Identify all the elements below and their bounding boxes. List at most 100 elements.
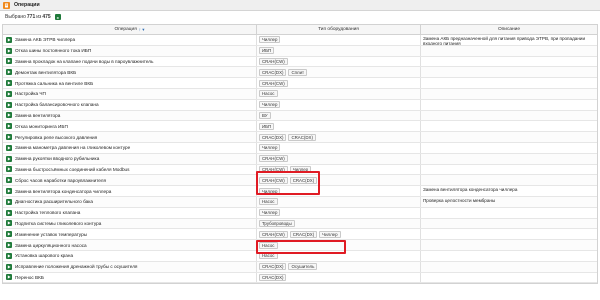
equipment-tag[interactable]: Сплит bbox=[288, 68, 308, 76]
operation-cell[interactable]: Отказ мониторинга ИБП bbox=[3, 121, 257, 132]
table-row[interactable]: Настройка теплового клапана Чиллер bbox=[3, 207, 597, 219]
operation-cell[interactable]: Регулировка реле высокого давления bbox=[3, 132, 257, 142]
equipment-tag[interactable]: CRAH(CW) bbox=[259, 165, 288, 173]
operation-cell[interactable]: Замена рукоятки вводного рубильника bbox=[3, 153, 257, 164]
equipment-tag[interactable]: CRAH(CW) bbox=[259, 230, 288, 238]
table-row[interactable]: Отказ шины постоянного тока ИБП ИБП bbox=[3, 45, 597, 57]
equipment-tag[interactable]: Насос bbox=[259, 241, 278, 249]
play-icon[interactable] bbox=[6, 177, 12, 184]
operation-cell[interactable]: Исправление положения дренажной трубы с … bbox=[3, 261, 257, 272]
operation-cell[interactable]: Диагностика расширительного бака bbox=[3, 196, 257, 207]
equipment-tag[interactable]: CRAH(CW) bbox=[259, 79, 288, 87]
table-row[interactable]: Настройка балансировочного клапана Чиллер bbox=[3, 99, 597, 111]
play-icon[interactable] bbox=[6, 36, 12, 43]
play-icon[interactable] bbox=[6, 242, 12, 249]
equipment-tag[interactable]: Чиллер bbox=[259, 144, 281, 152]
table-row[interactable]: Исправление положения дренажной трубы с … bbox=[3, 261, 597, 273]
equipment-tag[interactable]: ИБП bbox=[259, 122, 275, 130]
table-row[interactable]: Настройка ЧП Насос bbox=[3, 88, 597, 100]
play-icon[interactable] bbox=[6, 112, 12, 119]
equipment-tag[interactable]: CRAC(DX) bbox=[259, 133, 287, 141]
table-row[interactable]: Установка шарового крана Насос bbox=[3, 250, 597, 262]
equipment-tag[interactable]: CRAC(DX) bbox=[289, 176, 318, 184]
equipment-tag[interactable]: Чиллер bbox=[259, 209, 281, 217]
operation-cell[interactable]: Настройка теплового клапана bbox=[3, 207, 257, 218]
equipment-tag[interactable]: Чиллер bbox=[259, 36, 281, 44]
play-icon[interactable] bbox=[6, 209, 12, 216]
operation-cell[interactable]: Протяжка сальника на вентиле ВКБ bbox=[3, 78, 257, 88]
equipment-tag[interactable]: CRAC(DX) bbox=[288, 133, 316, 141]
operation-cell[interactable]: Подпитка системы гликолевого контура bbox=[3, 218, 257, 229]
play-icon[interactable] bbox=[6, 231, 12, 238]
table-row[interactable]: Демонтаж вентилятора ВКБ CRAC(DX) Сплит bbox=[3, 67, 597, 79]
table-row[interactable]: Отказ мониторинга ИБП ИБП bbox=[3, 121, 597, 133]
play-icon[interactable] bbox=[6, 80, 12, 87]
equipment-tag[interactable]: Чиллер bbox=[319, 230, 341, 238]
operation-cell[interactable]: Замена циркуляционного насоса bbox=[3, 240, 257, 250]
play-icon[interactable] bbox=[6, 166, 12, 173]
table-row[interactable]: Замена циркуляционного насоса Насос bbox=[3, 240, 597, 251]
equipment-tag[interactable]: CRAH(CW) bbox=[259, 57, 288, 65]
play-icon[interactable] bbox=[6, 198, 12, 205]
play-icon[interactable] bbox=[6, 69, 12, 76]
table-row[interactable]: Замена быстросъёмных соединений кабеля M… bbox=[3, 164, 597, 176]
operation-cell[interactable]: Замена вентилятора конденсатора чиллера bbox=[3, 186, 257, 196]
play-icon[interactable] bbox=[6, 144, 12, 151]
play-icon[interactable] bbox=[6, 155, 12, 162]
column-header-equipment[interactable]: Тип оборудования bbox=[257, 25, 421, 34]
equipment-tag[interactable]: Насос bbox=[259, 90, 278, 98]
equipment-tag[interactable]: CRAC(DX) bbox=[289, 230, 318, 238]
equipment-tag[interactable]: Чиллер bbox=[259, 101, 281, 109]
operation-cell[interactable]: Замена АКБ ЭТРВ чиллера bbox=[3, 35, 257, 45]
operation-cell[interactable]: Изменение уставок температуры bbox=[3, 229, 257, 240]
equipment-tag[interactable]: Трубопроводы bbox=[259, 219, 295, 227]
play-icon[interactable] bbox=[6, 90, 12, 97]
operation-cell[interactable]: Сброс часов наработки пароувлажнителя bbox=[3, 175, 257, 186]
table-row[interactable]: Регулировка реле высокого давления CRAC(D… bbox=[3, 132, 597, 143]
equipment-tag[interactable]: ВУ bbox=[259, 111, 271, 119]
table-row[interactable]: Перенос ВКБ CRAC(DX) bbox=[3, 272, 597, 284]
table-row[interactable]: Изменение уставок температуры CRAH(CW) CRA… bbox=[3, 229, 597, 241]
equipment-tag[interactable]: Чиллер bbox=[259, 187, 281, 195]
play-icon[interactable] bbox=[6, 47, 12, 54]
equipment-tag[interactable]: Чиллер bbox=[289, 165, 312, 173]
table-row[interactable]: Подпитка системы гликолевого контура Труб… bbox=[3, 218, 597, 230]
table-row[interactable]: Диагностика расширительного бака Насос Про… bbox=[3, 196, 597, 208]
table-row[interactable]: Замена АКБ ЭТРВ чиллера Чиллер Замена АКБ … bbox=[3, 35, 597, 46]
play-icon[interactable] bbox=[6, 220, 12, 227]
operation-cell[interactable]: Замена прокладок на клапане подачи воды … bbox=[3, 56, 257, 67]
operation-cell[interactable]: Настройка ЧП bbox=[3, 88, 257, 99]
play-icon[interactable] bbox=[6, 252, 12, 259]
play-icon[interactable] bbox=[6, 263, 12, 270]
play-icon[interactable] bbox=[6, 101, 12, 108]
operation-cell[interactable]: Настройка балансировочного клапана bbox=[3, 99, 257, 110]
table-row[interactable]: Замена вентилятора ВУ bbox=[3, 110, 597, 122]
equipment-tag[interactable]: Насос bbox=[259, 252, 278, 260]
equipment-tag[interactable]: CRAH(CW) bbox=[259, 155, 288, 163]
column-header-operation[interactable]: Операция ↑ ▾ bbox=[3, 25, 257, 34]
column-header-description[interactable]: Описание bbox=[421, 25, 597, 34]
table-row[interactable]: Замена манометра давления на гликолевом … bbox=[3, 142, 597, 154]
operation-cell[interactable]: Перенос ВКБ bbox=[3, 272, 257, 283]
equipment-tag[interactable]: CRAC(DX) bbox=[259, 68, 287, 76]
operation-cell[interactable]: Замена вентилятора bbox=[3, 110, 257, 121]
play-icon[interactable] bbox=[6, 134, 12, 141]
operation-cell[interactable]: Установка шарового крана bbox=[3, 250, 257, 261]
operation-cell[interactable]: Замена быстросъёмных соединений кабеля M… bbox=[3, 164, 257, 175]
play-icon[interactable] bbox=[6, 123, 12, 130]
operation-cell[interactable]: Замена манометра давления на гликолевом … bbox=[3, 142, 257, 153]
table-row[interactable]: Замена вентилятора конденсатора чиллера Ч… bbox=[3, 186, 597, 197]
table-row[interactable]: Протяжка сальника на вентиле ВКБ CRAH(CW) bbox=[3, 78, 597, 89]
play-icon[interactable] bbox=[6, 188, 12, 195]
equipment-tag[interactable]: CRAH(CW) bbox=[259, 176, 288, 184]
equipment-tag[interactable]: CRAC(DX) bbox=[259, 273, 287, 281]
play-icon[interactable] bbox=[6, 274, 12, 281]
operation-cell[interactable]: Отказ шины постоянного тока ИБП bbox=[3, 45, 257, 56]
table-row[interactable]: Сброс часов наработки пароувлажнителя CRA… bbox=[3, 175, 597, 187]
operation-cell[interactable]: Демонтаж вентилятора ВКБ bbox=[3, 67, 257, 78]
excel-export-icon[interactable]: x bbox=[54, 14, 61, 20]
sort-icon[interactable]: ↑ ▾ bbox=[139, 27, 145, 33]
equipment-tag[interactable]: Насос bbox=[259, 198, 278, 206]
equipment-tag[interactable]: ИБП bbox=[259, 47, 275, 55]
table-row[interactable]: Замена прокладок на клапане подачи воды … bbox=[3, 56, 597, 68]
